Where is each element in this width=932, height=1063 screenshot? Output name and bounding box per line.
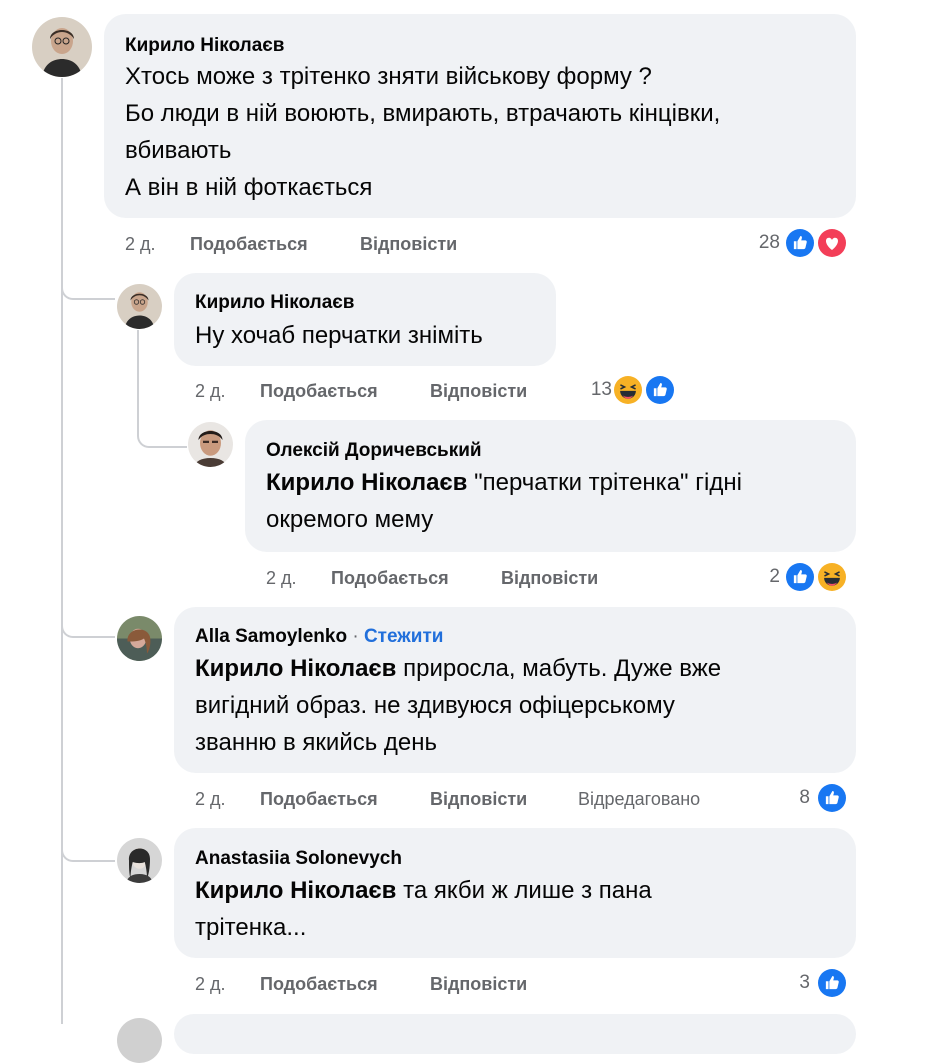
thread-curve-reply-4: [61, 830, 115, 862]
reactions-count[interactable]: 13: [572, 379, 612, 401]
thread-curve-reply-1: [61, 270, 115, 300]
comment-text: Кирило Ніколаєв "перчатки трітенка" гідн…: [266, 469, 742, 533]
reply-button[interactable]: Відповісти: [360, 234, 457, 255]
like-reaction-icon[interactable]: [816, 782, 848, 814]
haha-reaction-icon[interactable]: [816, 561, 848, 593]
comment-time[interactable]: 2 д.: [195, 974, 226, 995]
comment-author[interactable]: Кирило Ніколаєв: [125, 35, 284, 57]
mention-link[interactable]: Кирило Ніколаєв: [195, 877, 396, 904]
avatar[interactable]: [188, 422, 233, 467]
avatar[interactable]: [117, 838, 162, 883]
like-reaction-icon[interactable]: [644, 374, 676, 406]
mention-link[interactable]: Кирило Ніколаєв: [195, 655, 396, 682]
comment-text: Кирило Ніколаєв приросла, мабуть. Дуже в…: [195, 655, 722, 756]
reply-button[interactable]: Відповісти: [430, 974, 527, 995]
mention-link[interactable]: Кирило Ніколаєв: [266, 469, 467, 496]
thread-line-main: [61, 78, 63, 1024]
reactions-count[interactable]: 8: [770, 787, 810, 809]
reply-button[interactable]: Відповісти: [501, 568, 598, 589]
thread-curve-reply-3: [61, 606, 115, 638]
comment-time[interactable]: 2 д.: [266, 568, 297, 589]
like-reaction-icon[interactable]: [784, 227, 816, 259]
haha-reaction-icon[interactable]: [612, 374, 644, 406]
avatar[interactable]: [32, 17, 92, 77]
avatar[interactable]: [117, 284, 162, 329]
follow-button[interactable]: Стежити: [364, 626, 443, 647]
comment-author[interactable]: Anastasiia Solonevych: [195, 848, 402, 870]
comment-text: Кирило Ніколаєв та якби ж лише з пана тр…: [195, 877, 652, 941]
comment-time[interactable]: 2 д.: [125, 234, 156, 255]
edited-label[interactable]: Відредаговано: [578, 789, 700, 810]
comment-time[interactable]: 2 д.: [195, 381, 226, 402]
comment-author[interactable]: Кирило Ніколаєв: [195, 292, 354, 314]
like-reaction-icon[interactable]: [816, 967, 848, 999]
reply-button[interactable]: Відповісти: [430, 789, 527, 810]
like-button[interactable]: Подобається: [260, 974, 378, 995]
comment-time[interactable]: 2 д.: [195, 789, 226, 810]
comment-bubble: [174, 1014, 856, 1054]
reply-button[interactable]: Відповісти: [430, 381, 527, 402]
reactions-count[interactable]: 28: [740, 232, 780, 254]
like-button[interactable]: Подобається: [260, 381, 378, 402]
comment-text: Хтось може з трітенко зняти військову фо…: [125, 63, 721, 201]
avatar[interactable]: [117, 616, 162, 661]
comment-author[interactable]: Олексій Доричевський: [266, 440, 482, 462]
thread-curve-reply-2: [137, 410, 187, 448]
comment-author[interactable]: Alla Samoylenko · Стежити: [195, 626, 443, 648]
like-reaction-icon[interactable]: [784, 561, 816, 593]
reactions-count[interactable]: 2: [740, 566, 780, 588]
like-button[interactable]: Подобається: [260, 789, 378, 810]
reactions-count[interactable]: 3: [770, 972, 810, 994]
avatar[interactable]: [117, 1018, 162, 1063]
comment-text: Ну хочаб перчатки зніміть: [195, 322, 483, 349]
love-reaction-icon[interactable]: [816, 227, 848, 259]
like-button[interactable]: Подобається: [190, 234, 308, 255]
like-button[interactable]: Подобається: [331, 568, 449, 589]
separator-dot: ·: [352, 626, 359, 647]
